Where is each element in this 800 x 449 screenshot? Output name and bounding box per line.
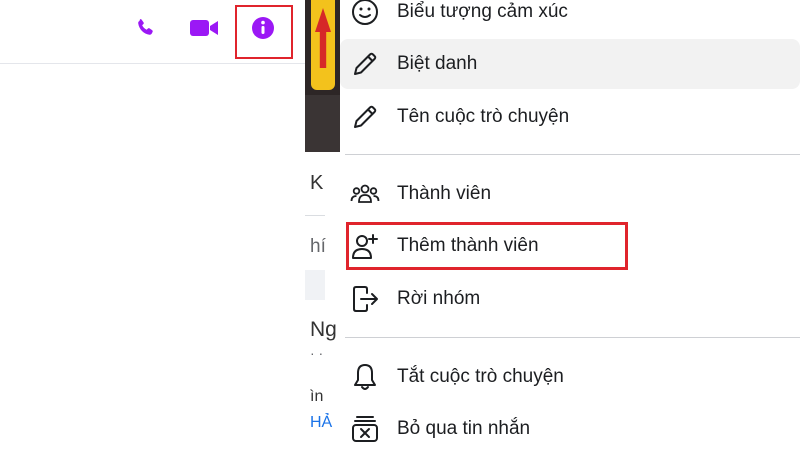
menu-item-members[interactable]: Thành viên — [340, 169, 800, 219]
bell-icon — [350, 362, 380, 392]
leave-icon — [350, 284, 380, 314]
clipped-text: Ng — [310, 318, 337, 341]
clipped-text: ìn — [310, 388, 324, 405]
clipped-text: · · — [310, 345, 324, 361]
pencil-icon — [350, 49, 380, 79]
messenger-window: K hí Ng · · ìn HẢ Biểu tượng cảm xúc Biệ… — [0, 0, 800, 449]
menu-item-mute-conversation[interactable]: Tắt cuộc trò chuyện — [340, 352, 800, 402]
video-camera-icon[interactable] — [188, 12, 220, 44]
group-cover-image — [305, 0, 340, 152]
menu-item-emoji[interactable]: Biểu tượng cảm xúc — [340, 0, 800, 37]
divider — [305, 215, 325, 216]
phone-icon[interactable] — [129, 12, 161, 44]
add-members-highlight-box — [346, 222, 628, 270]
menu-item-label: Biệt danh — [397, 53, 478, 74]
smiley-icon — [350, 0, 380, 27]
shared-media-panel — [305, 0, 340, 449]
divider — [305, 270, 325, 300]
people-icon — [350, 179, 380, 209]
pencil-icon — [350, 102, 380, 132]
menu-item-label: Biểu tượng cảm xúc — [397, 1, 568, 22]
clipped-text: hí — [310, 236, 326, 257]
menu-item-label: Tắt cuộc trò chuyện — [397, 366, 564, 387]
menu-divider — [345, 154, 800, 155]
clipped-link-text: HẢ — [310, 414, 333, 431]
menu-item-label: Bỏ qua tin nhắn — [397, 418, 531, 439]
menu-item-label: Thành viên — [397, 183, 492, 204]
info-highlight-box — [235, 5, 293, 59]
menu-item-label: Tên cuộc trò chuyện — [397, 106, 570, 127]
chat-header — [0, 0, 305, 64]
menu-item-leave-group[interactable]: Rời nhóm — [340, 274, 800, 324]
menu-item-conversation-name[interactable]: Tên cuộc trò chuyện — [340, 92, 800, 142]
menu-divider — [345, 337, 800, 338]
menu-item-label: Rời nhóm — [397, 288, 481, 309]
menu-item-nickname[interactable]: Biệt danh — [340, 39, 800, 89]
menu-item-ignore-messages[interactable]: Bỏ qua tin nhắn — [340, 404, 800, 449]
clipped-text: K — [310, 172, 324, 194]
ignore-box-icon — [350, 414, 380, 444]
